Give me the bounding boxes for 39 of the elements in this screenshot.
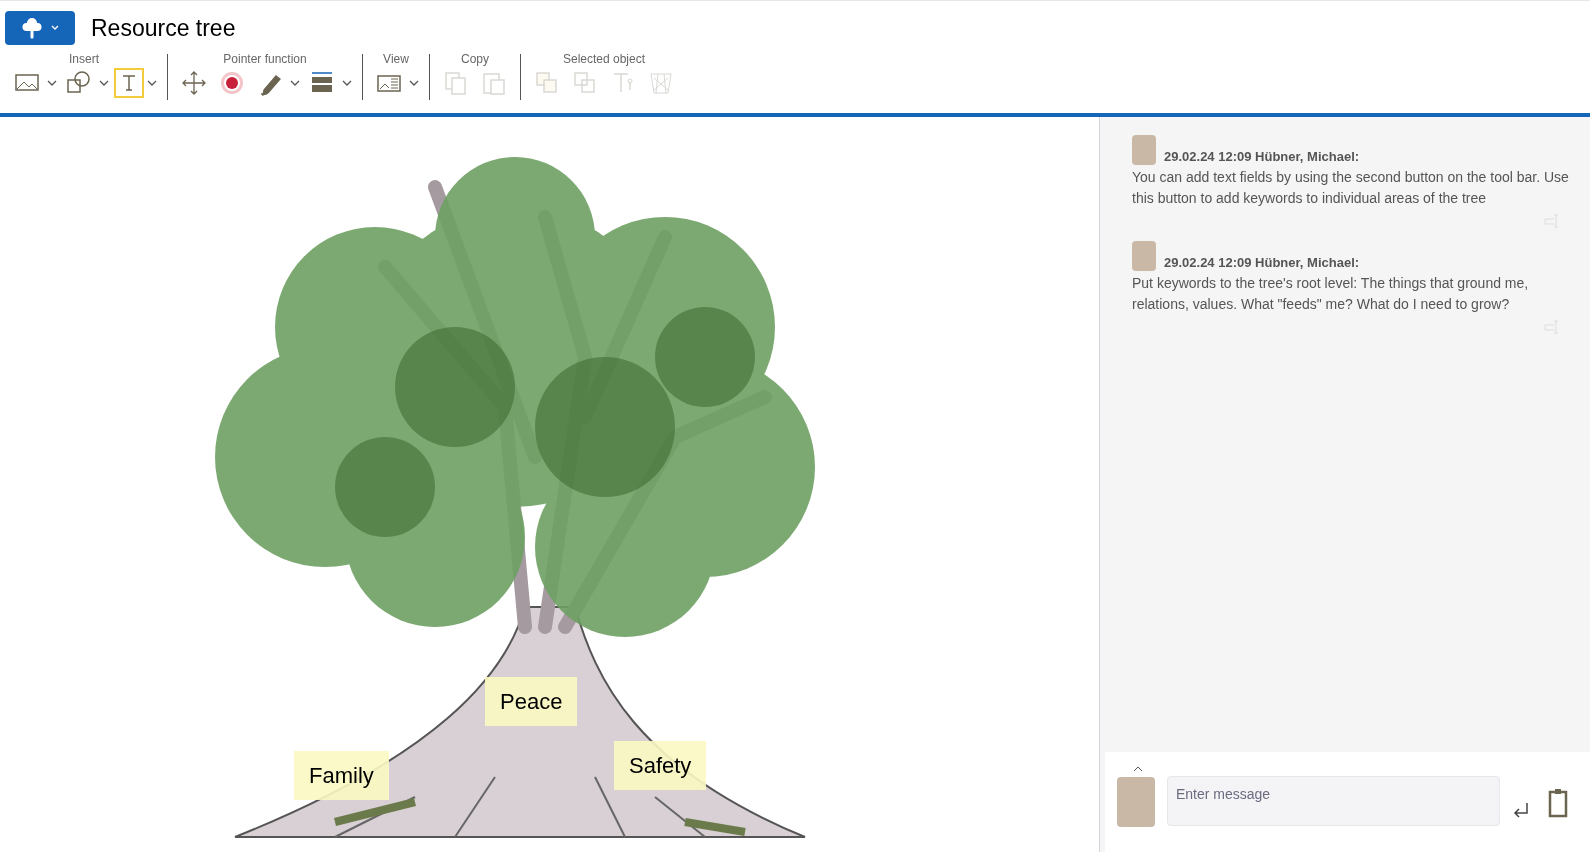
- caret-icon: [147, 79, 157, 86]
- caret-icon: [409, 79, 419, 86]
- keyword-note: Safety: [614, 741, 707, 790]
- move-icon: [181, 69, 207, 96]
- group-label: Pointer function: [223, 51, 307, 66]
- avatar: [1132, 135, 1156, 165]
- caret-icon: [99, 79, 109, 86]
- tree-icon: [21, 17, 43, 40]
- avatar: [1117, 777, 1155, 827]
- group-label: View: [383, 51, 409, 66]
- group-label: Copy: [461, 51, 489, 66]
- group-label: Selected object: [562, 51, 646, 66]
- keyword-note: Peace: [485, 677, 578, 726]
- message-input[interactable]: Enter message: [1167, 776, 1500, 826]
- caret-icon: [51, 25, 59, 32]
- group-label: Insert: [69, 51, 99, 66]
- message-header: 29.02.24 12:09 Hübner, Michael:: [1164, 149, 1360, 165]
- avatar: [1132, 241, 1156, 271]
- copy-icon: [443, 69, 469, 96]
- enter-icon[interactable]: [1512, 802, 1530, 818]
- message-text: You can add text fields by using the second button on the tool bar. Use this button to add keywords to individual areas of the tree: [1132, 168, 1570, 208]
- tool-button[interactable]: [181, 69, 207, 96]
- shapes-icon: [66, 69, 92, 96]
- clipboard-icon[interactable]: [1548, 788, 1568, 818]
- message-text: Put keywords to the tree's root level: The things that ground me, relations, values. What "feeds" me? What do I need to grow?: [1132, 274, 1530, 314]
- caret-icon: [290, 79, 300, 86]
- keyword-note: Family: [294, 751, 389, 800]
- tool-button[interactable]: [219, 69, 245, 96]
- tool-button[interactable]: [116, 69, 142, 96]
- target-icon: [219, 69, 245, 96]
- caret-icon: [47, 79, 57, 86]
- message-header: 29.02.24 12:09 Hübner, Michael:: [1164, 255, 1360, 271]
- tool-button[interactable]: [66, 69, 92, 96]
- document-title: Resource tree: [91, 14, 236, 43]
- expand-icon[interactable]: [1133, 766, 1143, 772]
- caret-icon: [342, 79, 352, 86]
- send-backward-icon: [572, 69, 598, 96]
- bring-forward-icon: [534, 69, 560, 96]
- app-menu-button[interactable]: [5, 11, 75, 46]
